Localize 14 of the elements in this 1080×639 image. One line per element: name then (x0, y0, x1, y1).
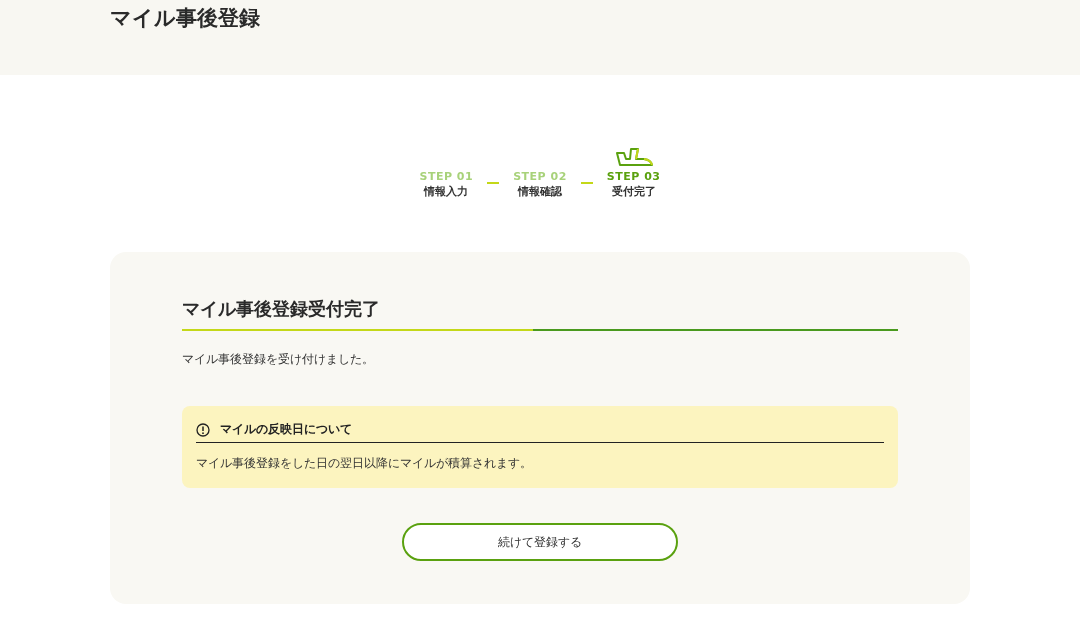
completion-message: マイル事後登録を受け付けました。 (182, 351, 375, 368)
airplane-icon (613, 147, 654, 167)
page-title: マイル事後登録 (110, 5, 260, 32)
step-name: 受付完了 (611, 184, 656, 199)
continue-button[interactable]: 続けて登録する (402, 523, 678, 561)
step-name: 情報確認 (518, 184, 562, 199)
notice-title: マイルの反映日について (220, 421, 352, 438)
notice-text: マイル事後登録をした日の翌日以降にマイルが積算されます。 (196, 455, 533, 472)
step-label: STEP 03 (606, 170, 661, 183)
step-name: 情報入力 (424, 184, 469, 199)
exclamation-icon (196, 422, 210, 437)
card-heading: マイル事後登録受付完了 (182, 297, 898, 331)
step-label: STEP 01 (419, 170, 474, 183)
step-label: STEP 02 (513, 170, 567, 183)
